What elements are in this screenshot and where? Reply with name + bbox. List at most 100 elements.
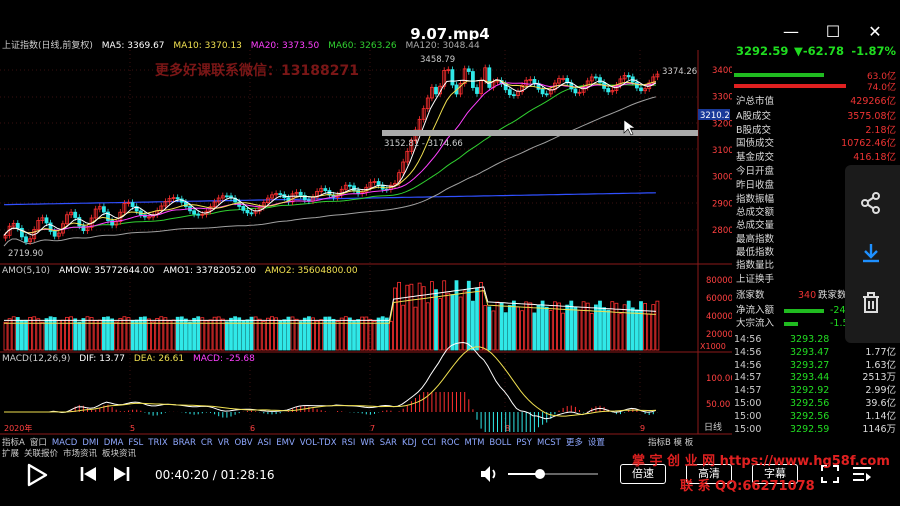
- ma5-line: [3, 79, 657, 236]
- volume-bar: [15, 317, 20, 351]
- quote-row-label: 最低指数: [736, 247, 775, 258]
- tick-price: 3293.47: [790, 346, 830, 358]
- tick-row: 15:00 3292.59 1146万: [732, 423, 900, 436]
- volume-bar: [270, 316, 274, 351]
- indicator-tab[interactable]: CCI: [422, 438, 436, 448]
- volume-bar: [438, 298, 443, 351]
- block-inflow-bar: [784, 322, 798, 326]
- indicator-tab[interactable]: BOLL: [489, 438, 511, 448]
- indicator-tab[interactable]: ROC: [441, 438, 460, 448]
- volume-bar: [524, 301, 529, 351]
- indicator-tab[interactable]: MTM: [465, 438, 485, 448]
- play-icon[interactable]: [26, 463, 48, 491]
- volume-bar: [77, 321, 82, 351]
- indicator-tab[interactable]: OBV: [234, 438, 252, 448]
- gap-band: [382, 130, 698, 136]
- sell-amount: 74.0亿: [866, 83, 896, 93]
- indicator-tab[interactable]: 设置: [588, 438, 605, 448]
- tick-row: 14:56 3293.47 1.77亿: [732, 346, 900, 359]
- x-axis-label: 6: [250, 424, 255, 433]
- y-axis-label: 2800: [712, 226, 732, 236]
- amo-unit-label: X1000: [700, 342, 726, 351]
- indicator-tab[interactable]: KDJ: [402, 438, 417, 448]
- tick-time: 14:57: [734, 372, 762, 384]
- indicator-tab[interactable]: SAR: [380, 438, 397, 448]
- quote-row-label: 总成交量: [736, 220, 775, 231]
- macd-axis-label: 50.00: [706, 400, 730, 410]
- volume-bar: [393, 287, 397, 351]
- indicator-tab[interactable]: BRAR: [173, 438, 196, 448]
- indicator-tab[interactable]: WR: [360, 438, 374, 448]
- indicator-tab[interactable]: TRIX: [148, 438, 167, 448]
- volume-bar: [130, 320, 135, 351]
- y-axis-label: 3000: [712, 173, 732, 183]
- volume-bar: [52, 317, 57, 351]
- volume-bar: [487, 306, 492, 351]
- volume-bar: [69, 316, 73, 351]
- volume-bar: [450, 294, 455, 351]
- candle-body: [470, 71, 475, 88]
- volume-bar: [557, 302, 561, 351]
- prev-icon[interactable]: [80, 466, 98, 486]
- period-label[interactable]: 日线: [704, 422, 722, 434]
- next-icon[interactable]: [112, 466, 130, 486]
- download-icon[interactable]: [859, 241, 883, 265]
- ma120-label: MA120: 3048.44: [405, 41, 480, 51]
- ma10-label: MA10: 3370.13: [173, 41, 242, 51]
- quote-row-label: 最高指数: [736, 234, 775, 245]
- indicator-tab[interactable]: MCST: [537, 438, 561, 448]
- volume-bar: [40, 321, 45, 351]
- quote-row: 国债成交 10762.46亿: [732, 137, 900, 150]
- quote-row-label: 基金成交: [736, 152, 775, 163]
- indicator-tab[interactable]: VOL-TDX: [300, 438, 337, 448]
- candle-body: [196, 213, 201, 216]
- volume-bar: [405, 284, 410, 351]
- volume-bar: [626, 300, 631, 351]
- tick-volume: 1.63亿: [865, 359, 896, 371]
- volume-bar: [237, 317, 242, 351]
- volume-slider[interactable]: [508, 469, 598, 479]
- quote-row: A股成交 3575.08亿: [732, 110, 900, 123]
- indicator-tab[interactable]: PSY: [516, 438, 532, 448]
- candle-body: [323, 188, 328, 191]
- indicator-tab[interactable]: RSI: [342, 438, 356, 448]
- indicator-tab[interactable]: VR: [218, 438, 230, 448]
- indicator-tab[interactable]: 更多: [566, 438, 583, 448]
- volume-bar: [134, 319, 139, 351]
- quote-row-label: 上证换手: [736, 274, 775, 285]
- volume-bar: [151, 321, 156, 351]
- tick-time: 15:00: [734, 398, 762, 409]
- candle-body: [192, 210, 197, 215]
- candle-body: [241, 206, 246, 211]
- candle-body: [73, 211, 78, 218]
- ma20-label: MA20: 3373.50: [250, 41, 320, 51]
- tabs-right[interactable]: 指标B 模 板: [648, 436, 693, 448]
- kline-chart[interactable]: 3400 3300 3200 3100 3000 2900 2800 80000 60000 40…: [0, 40, 732, 458]
- trash-icon[interactable]: [859, 291, 883, 315]
- volume-bar: [536, 304, 541, 351]
- tick-price: 3292.56: [790, 398, 830, 409]
- indicator-tab[interactable]: ASI: [258, 438, 272, 448]
- volume-bar: [372, 320, 377, 351]
- indicator-tab[interactable]: CR: [201, 438, 213, 448]
- volume-bar: [245, 319, 250, 351]
- volume-bar: [466, 280, 471, 351]
- indicator-tab[interactable]: EMV: [276, 438, 295, 448]
- volume-bar: [208, 319, 213, 351]
- volume-bar: [253, 316, 258, 351]
- volume-bar: [24, 319, 28, 351]
- volume-bar: [343, 316, 348, 351]
- tick-time: 15:00: [734, 423, 762, 435]
- share-icon[interactable]: [859, 191, 883, 215]
- tick-volume: 2.99亿: [865, 385, 896, 397]
- kline-svg: 3400330032003100300029002800800006000040…: [0, 50, 732, 435]
- volume-bar: [224, 321, 229, 351]
- candle-body: [306, 199, 311, 202]
- volume-knob[interactable]: [534, 469, 545, 479]
- volume-bar: [507, 305, 512, 351]
- quote-row-label: B股成交: [736, 125, 772, 136]
- volume-bar: [315, 320, 320, 351]
- amo-name: AMO(5,10): [2, 266, 51, 276]
- amo2-label: AMO2: 35604800.00: [264, 266, 358, 276]
- volume-icon[interactable]: [480, 465, 500, 487]
